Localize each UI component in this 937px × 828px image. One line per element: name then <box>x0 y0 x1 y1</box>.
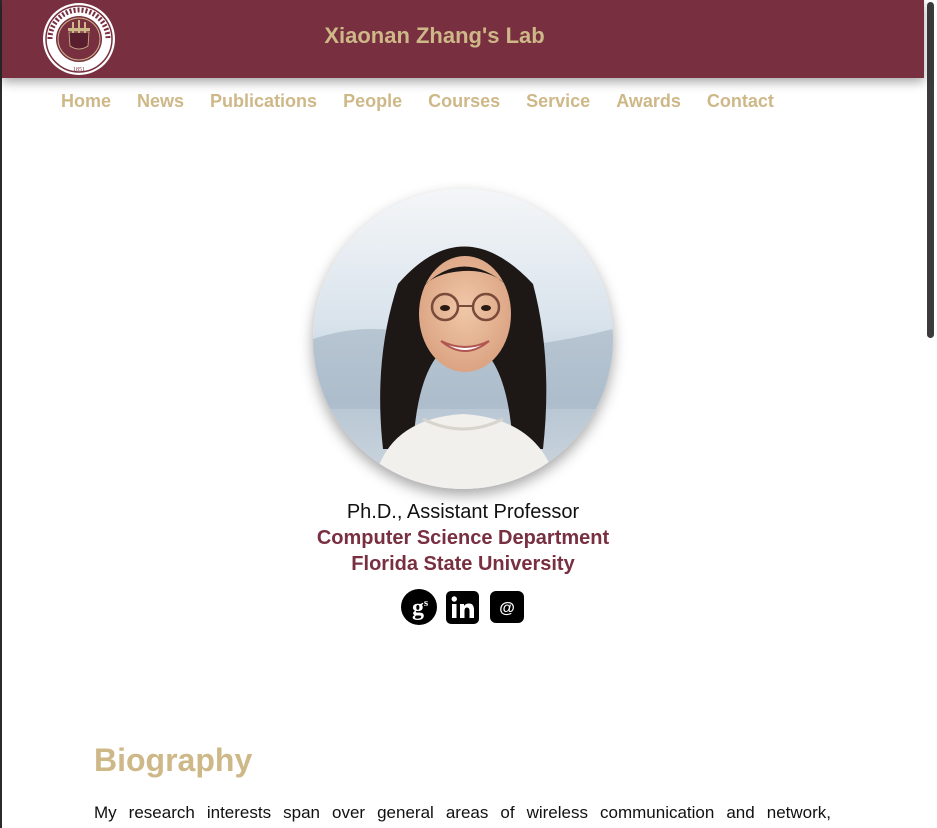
email-icon[interactable]: @ <box>490 591 526 627</box>
social-links: g s @ <box>401 589 525 625</box>
scrollbar-thumb[interactable] <box>927 2 934 338</box>
nav-publications[interactable]: Publications <box>197 88 330 114</box>
department-name: Computer Science Department <box>316 527 610 549</box>
university-seal-logo[interactable]: 1851 <box>42 2 116 76</box>
page: 1851 Xiaonan Zhang's Lab Home News Publi… <box>0 0 937 828</box>
main-nav: Home News Publications People Courses Se… <box>48 88 787 114</box>
nav-news[interactable]: News <box>124 88 197 114</box>
nav-people[interactable]: People <box>330 88 415 114</box>
profile-photo <box>313 189 613 489</box>
nav-courses[interactable]: Courses <box>415 88 513 114</box>
svg-text:s: s <box>424 597 429 609</box>
site-title[interactable]: Xiaonan Zhang's Lab <box>252 20 617 52</box>
position-title: Ph.D., Assistant Professor <box>346 501 580 523</box>
biography-heading: Biography <box>94 742 253 778</box>
nav-awards[interactable]: Awards <box>603 88 694 114</box>
window-edge <box>0 0 2 828</box>
google-scholar-icon[interactable]: g s <box>401 589 437 625</box>
biography-text: My research interests span over general … <box>94 803 831 822</box>
nav-contact[interactable]: Contact <box>694 88 787 114</box>
nav-service[interactable]: Service <box>513 88 603 114</box>
nav-home[interactable]: Home <box>48 88 124 114</box>
seal-year: 1851 <box>73 67 85 73</box>
site-header: 1851 Xiaonan Zhang's Lab <box>2 0 924 78</box>
svg-text:g: g <box>412 595 424 621</box>
linkedin-icon[interactable] <box>446 591 482 627</box>
university-name: Florida State University <box>351 553 575 575</box>
svg-text:@: @ <box>499 600 515 617</box>
